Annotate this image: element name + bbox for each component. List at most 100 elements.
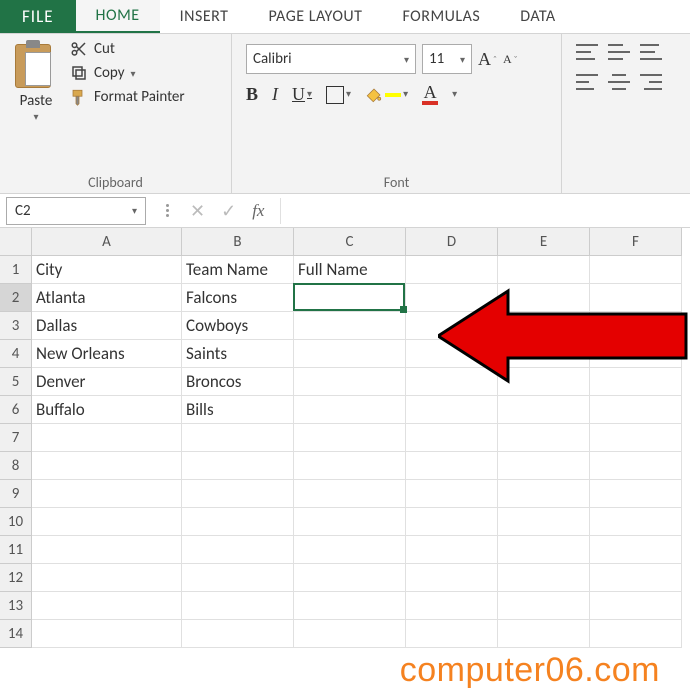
- column-header-E[interactable]: E: [498, 228, 590, 256]
- row-header-6[interactable]: 6: [0, 396, 32, 424]
- row-header-4[interactable]: 4: [0, 340, 32, 368]
- align-center-button[interactable]: [608, 74, 630, 90]
- cell-E8[interactable]: [498, 452, 590, 480]
- cell-C10[interactable]: [294, 508, 406, 536]
- font-size-select[interactable]: 11 ▾: [422, 44, 472, 74]
- row-header-8[interactable]: 8: [0, 452, 32, 480]
- cell-C7[interactable]: [294, 424, 406, 452]
- border-button[interactable]: ▾: [326, 86, 351, 104]
- cell-C12[interactable]: [294, 564, 406, 592]
- row-header-12[interactable]: 12: [0, 564, 32, 592]
- cell-A14[interactable]: [32, 620, 182, 648]
- row-header-9[interactable]: 9: [0, 480, 32, 508]
- align-right-button[interactable]: [640, 74, 662, 90]
- cell-E12[interactable]: [498, 564, 590, 592]
- cell-B1[interactable]: Team Name: [182, 256, 294, 284]
- row-header-11[interactable]: 11: [0, 536, 32, 564]
- cell-F9[interactable]: [590, 480, 682, 508]
- cell-B12[interactable]: [182, 564, 294, 592]
- align-top-button[interactable]: [576, 44, 598, 60]
- cell-B2[interactable]: Falcons: [182, 284, 294, 312]
- select-all-corner[interactable]: [0, 228, 32, 256]
- format-painter-button[interactable]: Format Painter: [70, 88, 185, 106]
- cell-D12[interactable]: [406, 564, 498, 592]
- cell-A7[interactable]: [32, 424, 182, 452]
- cell-A10[interactable]: [32, 508, 182, 536]
- copy-button[interactable]: Copy ▾: [70, 64, 185, 82]
- shrink-font-button[interactable]: Aˇ: [503, 52, 518, 67]
- cell-F10[interactable]: [590, 508, 682, 536]
- font-color-button[interactable]: A: [422, 85, 438, 105]
- bold-button[interactable]: B: [246, 84, 258, 105]
- tab-formulas[interactable]: FORMULAS: [382, 0, 500, 33]
- cell-F1[interactable]: [590, 256, 682, 284]
- column-header-F[interactable]: F: [590, 228, 682, 256]
- cell-A3[interactable]: Dallas: [32, 312, 182, 340]
- cell-B11[interactable]: [182, 536, 294, 564]
- cell-C8[interactable]: [294, 452, 406, 480]
- cell-C11[interactable]: [294, 536, 406, 564]
- cell-E6[interactable]: [498, 396, 590, 424]
- tab-insert[interactable]: INSERT: [160, 0, 249, 33]
- cell-C14[interactable]: [294, 620, 406, 648]
- cell-B9[interactable]: [182, 480, 294, 508]
- row-header-3[interactable]: 3: [0, 312, 32, 340]
- cell-E14[interactable]: [498, 620, 590, 648]
- cell-B8[interactable]: [182, 452, 294, 480]
- cell-E13[interactable]: [498, 592, 590, 620]
- cell-A1[interactable]: City: [32, 256, 182, 284]
- enter-formula-button[interactable]: ✓: [221, 200, 236, 222]
- cell-F13[interactable]: [590, 592, 682, 620]
- cell-D10[interactable]: [406, 508, 498, 536]
- formula-input[interactable]: [280, 198, 690, 224]
- tab-data[interactable]: DATA: [500, 0, 575, 33]
- cell-E9[interactable]: [498, 480, 590, 508]
- cell-C9[interactable]: [294, 480, 406, 508]
- font-name-select[interactable]: Calibri ▾: [246, 44, 416, 74]
- cell-D13[interactable]: [406, 592, 498, 620]
- cell-F8[interactable]: [590, 452, 682, 480]
- cell-D1[interactable]: [406, 256, 498, 284]
- row-header-5[interactable]: 5: [0, 368, 32, 396]
- paste-button[interactable]: Paste ▾: [8, 40, 64, 123]
- cell-B6[interactable]: Bills: [182, 396, 294, 424]
- cell-F6[interactable]: [590, 396, 682, 424]
- cell-A9[interactable]: [32, 480, 182, 508]
- align-bottom-button[interactable]: [640, 44, 662, 60]
- cell-E10[interactable]: [498, 508, 590, 536]
- cell-E7[interactable]: [498, 424, 590, 452]
- cell-D14[interactable]: [406, 620, 498, 648]
- cell-C13[interactable]: [294, 592, 406, 620]
- cell-A12[interactable]: [32, 564, 182, 592]
- cell-E11[interactable]: [498, 536, 590, 564]
- row-header-7[interactable]: 7: [0, 424, 32, 452]
- cell-F7[interactable]: [590, 424, 682, 452]
- cell-F12[interactable]: [590, 564, 682, 592]
- cell-A11[interactable]: [32, 536, 182, 564]
- cell-F11[interactable]: [590, 536, 682, 564]
- cell-D8[interactable]: [406, 452, 498, 480]
- cell-D7[interactable]: [406, 424, 498, 452]
- cell-C2[interactable]: [294, 284, 406, 312]
- cell-C3[interactable]: [294, 312, 406, 340]
- row-header-1[interactable]: 1: [0, 256, 32, 284]
- cell-B4[interactable]: Saints: [182, 340, 294, 368]
- column-header-D[interactable]: D: [406, 228, 498, 256]
- row-header-10[interactable]: 10: [0, 508, 32, 536]
- cell-A2[interactable]: Atlanta: [32, 284, 182, 312]
- underline-button[interactable]: U▾: [292, 84, 312, 105]
- cell-A8[interactable]: [32, 452, 182, 480]
- cell-B14[interactable]: [182, 620, 294, 648]
- cell-F14[interactable]: [590, 620, 682, 648]
- cell-C1[interactable]: Full Name: [294, 256, 406, 284]
- cell-D9[interactable]: [406, 480, 498, 508]
- fx-button[interactable]: fx: [252, 201, 264, 221]
- row-header-2[interactable]: 2: [0, 284, 32, 312]
- cell-C5[interactable]: [294, 368, 406, 396]
- tab-home[interactable]: HOME: [76, 0, 160, 33]
- row-header-14[interactable]: 14: [0, 620, 32, 648]
- cell-B5[interactable]: Broncos: [182, 368, 294, 396]
- row-header-13[interactable]: 13: [0, 592, 32, 620]
- cancel-formula-button[interactable]: ✕: [190, 200, 205, 222]
- fill-color-button[interactable]: ▾: [365, 86, 408, 104]
